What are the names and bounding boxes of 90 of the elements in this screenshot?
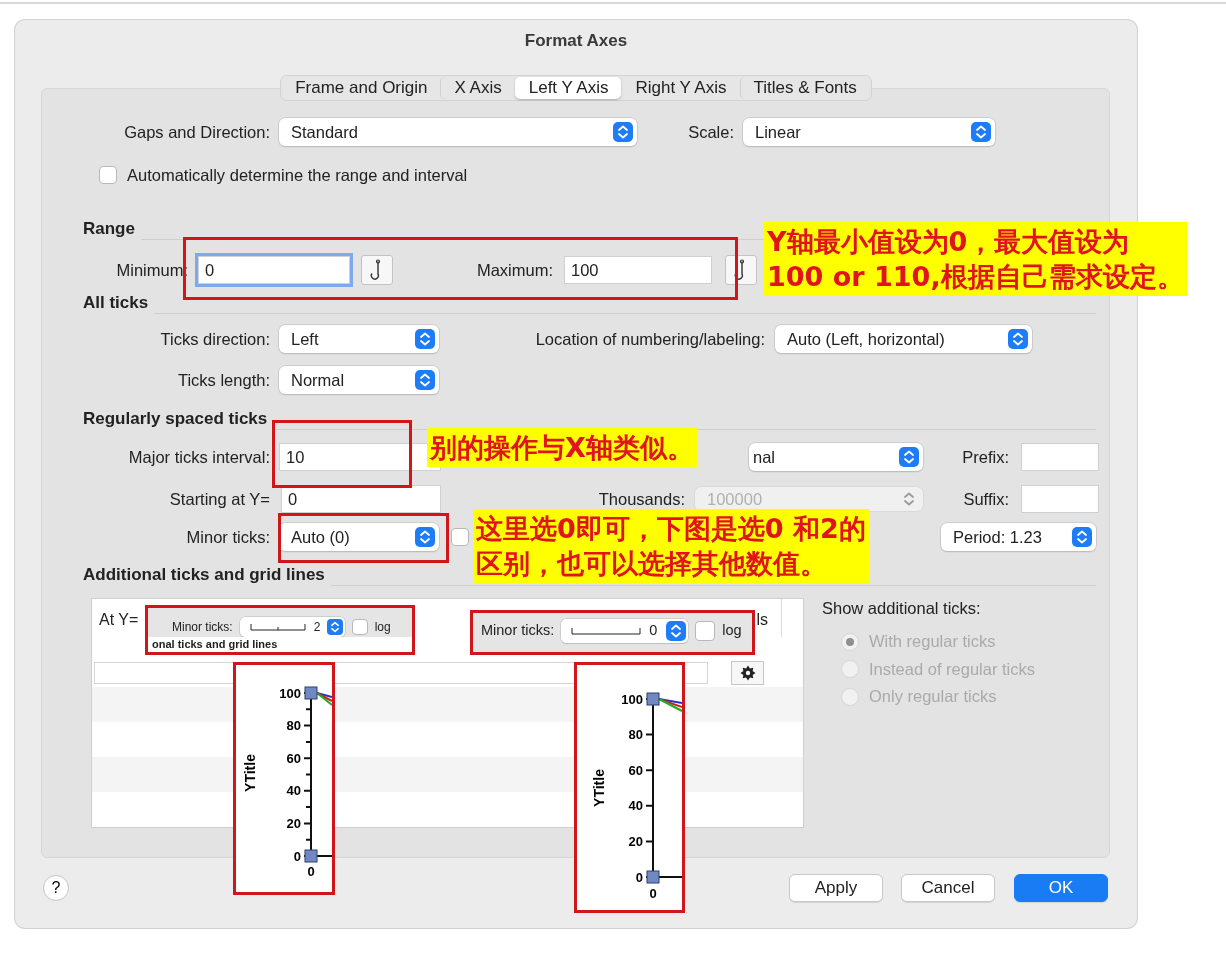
scale-select[interactable]: Linear xyxy=(743,118,995,146)
dialog-button[interactable]: Cancel xyxy=(901,874,995,902)
prefix-field[interactable] xyxy=(1021,443,1099,471)
help-button[interactable]: ? xyxy=(43,875,69,901)
tick-label: 60 xyxy=(628,762,643,778)
field-label: Ticks direction: xyxy=(159,328,270,350)
tick-label: 0 xyxy=(649,885,657,901)
checkbox-label: log xyxy=(722,621,742,641)
section-heading: onal ticks and grid lines xyxy=(148,637,412,652)
period-select[interactable]: Period: 1.23 xyxy=(941,523,1096,551)
field-label: Minor ticks: xyxy=(172,619,233,636)
field-label: Major ticks interval: xyxy=(127,446,270,468)
minimum-field[interactable]: 0 xyxy=(198,256,350,284)
field-label: Suffix: xyxy=(962,488,1009,510)
field-label: Ticks length: xyxy=(177,369,270,391)
tick-label: 40 xyxy=(628,798,643,814)
radio-label: Instead of regular ticks xyxy=(869,658,1035,680)
field-label: Starting at Y= xyxy=(168,488,270,510)
window-title: Format Axes xyxy=(523,30,629,52)
tab[interactable]: Titles & Fonts xyxy=(739,77,870,99)
tick-style-icon xyxy=(571,626,642,636)
annotation-note: 这里选0即可，下图是选0 和2的 区别，也可以选择其他数值。 xyxy=(473,509,869,584)
tick-label: 0 xyxy=(635,869,643,885)
settings-icon xyxy=(739,665,756,681)
tick-label: 60 xyxy=(286,750,301,766)
minor-ticks-select[interactable]: 2 xyxy=(239,617,345,637)
field-label: Scale: xyxy=(687,121,734,143)
field-label: Location of numbering/labeling: xyxy=(534,328,765,350)
radio-label: With regular ticks xyxy=(869,631,996,653)
radio-label: Only regular ticks xyxy=(869,686,997,708)
tab[interactable]: Right Y Axis xyxy=(621,77,740,99)
tick-label: 80 xyxy=(628,727,643,743)
field-label: Minor ticks: xyxy=(481,621,555,641)
checkbox[interactable] xyxy=(351,619,368,635)
hook-button[interactable] xyxy=(361,255,393,285)
checkbox[interactable] xyxy=(99,166,117,184)
checkbox-label: Automatically determine the range and interval xyxy=(127,164,468,186)
checkbox-label: log xyxy=(374,619,391,636)
tick-style-icon xyxy=(249,622,306,632)
tick-label: 100 xyxy=(621,691,643,707)
group-label: Show additional ticks: xyxy=(822,598,982,619)
field-label: Maximum: xyxy=(475,259,553,281)
label-location-select[interactable]: Auto (Left, horizontal) xyxy=(775,325,1032,353)
minor-ticks-select[interactable]: Auto (0) xyxy=(279,523,439,551)
tick-label: 0 xyxy=(293,848,301,864)
dialog-button[interactable]: Apply xyxy=(789,874,883,902)
checkbox[interactable] xyxy=(451,528,469,546)
field-label: Minor ticks: xyxy=(185,526,270,548)
tick-label: 40 xyxy=(286,783,301,799)
field-label: Thousands: xyxy=(597,488,685,510)
gaps-select[interactable]: Standard xyxy=(279,118,637,146)
tick-label: 100 xyxy=(279,685,301,701)
tab[interactable]: Frame and Origin xyxy=(282,77,441,99)
section-heading: Range xyxy=(82,218,135,241)
ticks-direction-select[interactable]: Left xyxy=(279,325,439,353)
minor-ticks-select[interactable]: 0 xyxy=(561,619,689,643)
suffix-field[interactable] xyxy=(1021,485,1099,513)
stepper-icon xyxy=(326,619,343,635)
settings-button[interactable] xyxy=(731,661,764,685)
section-heading: Additional ticks and grid lines xyxy=(82,564,325,587)
ticks-length-select[interactable]: Normal xyxy=(279,366,439,394)
maximum-field[interactable]: 100 xyxy=(564,256,712,284)
tick-label: 0 xyxy=(307,863,315,879)
tick-label: 80 xyxy=(286,718,301,734)
tick-label: 20 xyxy=(628,833,643,849)
tab[interactable]: X Axis xyxy=(440,77,515,99)
stepper-icon xyxy=(1008,329,1028,349)
number-format-select[interactable]: nal xyxy=(749,443,923,471)
column-header: ls xyxy=(756,610,768,630)
tab[interactable]: Left Y Axis xyxy=(514,77,622,99)
tick-label: 20 xyxy=(286,815,301,831)
stepper-icon xyxy=(613,122,633,142)
column-header: At Y= xyxy=(98,610,139,630)
stepper-icon xyxy=(415,370,435,390)
axis-title: YTitle xyxy=(591,769,607,807)
checkbox[interactable] xyxy=(695,621,716,641)
stepper-icon xyxy=(899,447,919,467)
axis-title: YTitle xyxy=(242,754,258,792)
ok-button[interactable]: OK xyxy=(1014,874,1108,902)
stepper-icon xyxy=(1072,527,1092,547)
section-heading: Regularly spaced ticks xyxy=(82,408,268,431)
field-label: Prefix: xyxy=(961,446,1009,468)
section-heading: All ticks xyxy=(82,292,149,315)
annotation-note: Y轴最小值设为0，最大值设为 100 or 110,根据自己需求设定。 xyxy=(764,222,1187,297)
annotation-note: 别的操作与X轴类似。 xyxy=(427,428,697,468)
stepper-icon xyxy=(666,621,687,641)
field-label: Gaps and Direction: xyxy=(123,121,270,143)
stepper-icon xyxy=(971,122,991,142)
stepper-icon xyxy=(415,527,435,547)
stepper-icon xyxy=(415,329,435,349)
